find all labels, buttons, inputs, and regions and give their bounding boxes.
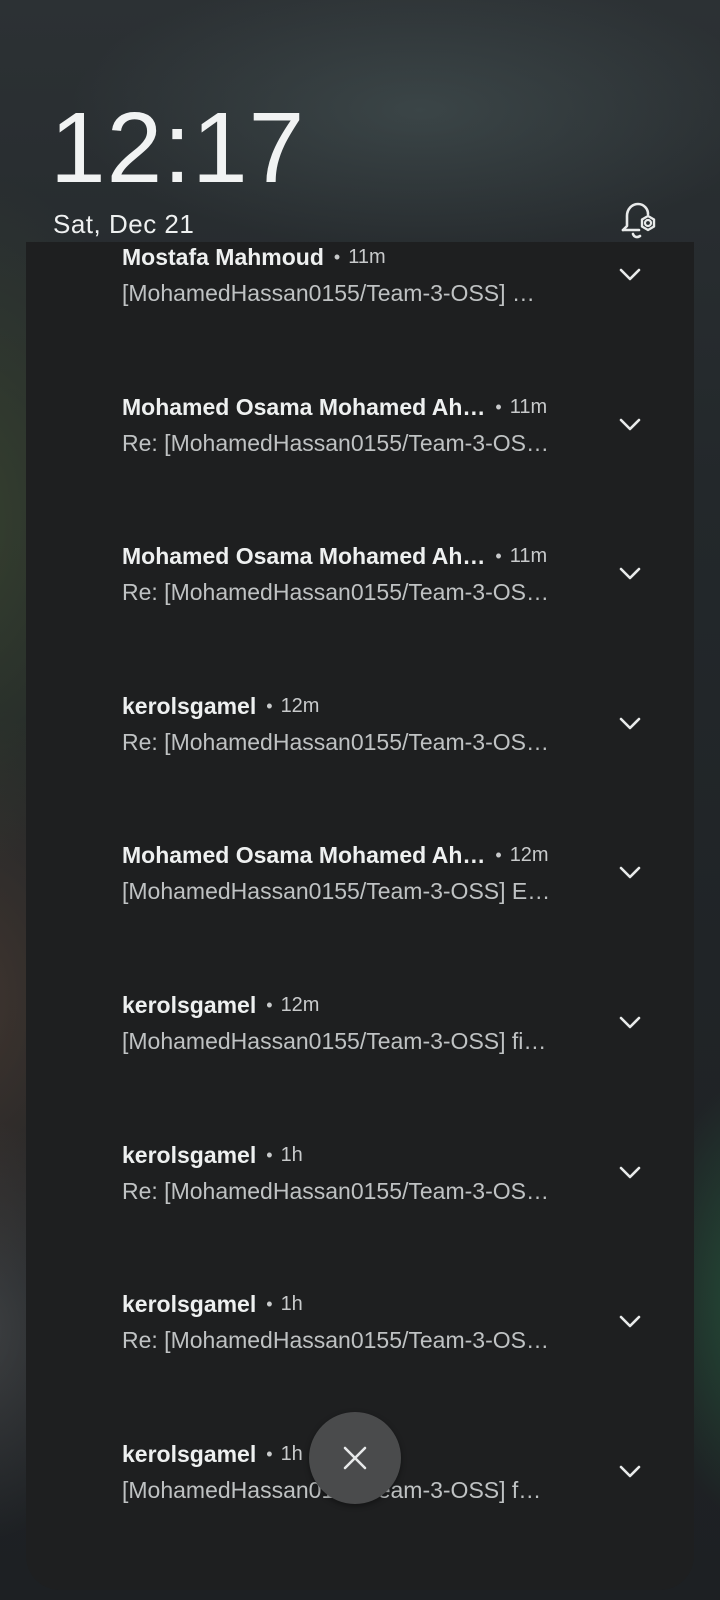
notification-header: kerolsgamel • 12m — [122, 990, 319, 1020]
chevron-down-icon — [619, 1016, 641, 1029]
notification-preview: Re: [MohamedHassan0155/Team-3-OS… — [122, 1327, 549, 1353]
chevron-down-icon — [619, 1315, 641, 1328]
notification-time: 1h — [280, 1143, 303, 1166]
notification-sender: kerolsgamel — [122, 1440, 257, 1467]
notification-header: kerolsgamel • 12m — [122, 691, 319, 721]
notification-preview: Re: [MohamedHassan0155/Team-3-OS… — [122, 729, 549, 755]
notification-preview: [MohamedHassan0155/Team-3-OSS] fi… — [122, 1028, 547, 1054]
expand-notification-button[interactable] — [608, 1299, 652, 1343]
notification-header: Mostafa Mahmoud • 11m — [122, 242, 386, 272]
chevron-down-icon — [619, 268, 641, 281]
expand-notification-button[interactable] — [608, 252, 652, 296]
notification-sender: Mohamed Osama Mohamed Ah… — [122, 841, 486, 868]
chevron-down-icon — [619, 1166, 641, 1179]
notification-sender: kerolsgamel — [122, 991, 257, 1018]
separator-dot: • — [266, 994, 273, 1015]
notification-panel: Mostafa Mahmoud • 11m [MohamedHassan0155… — [26, 242, 694, 1590]
separator-dot: • — [495, 545, 502, 566]
notification-header: Mohamed Osama Mohamed Ah… • 12m — [122, 840, 549, 870]
expand-notification-button[interactable] — [608, 1449, 652, 1493]
notification-time: 12m — [509, 843, 549, 866]
separator-dot: • — [495, 396, 502, 417]
notification-time: 12m — [280, 993, 320, 1016]
chevron-down-icon — [619, 418, 641, 431]
lockscreen-date: Sat, Dec 21 — [53, 209, 195, 239]
lockscreen-clock: 12:17 — [50, 92, 306, 204]
notification-time: 11m — [509, 544, 548, 567]
notification-time: 1h — [280, 1292, 303, 1315]
notification-item[interactable]: kerolsgamel • 12m [MohamedHassan0155/Tea… — [26, 990, 694, 1140]
notification-preview: [MohamedHassan0155/Team-3-OSS] E… — [122, 878, 551, 904]
notification-item[interactable]: Mohamed Osama Mohamed Ah… • 11m Re: [Moh… — [26, 541, 694, 691]
notification-sender: Mostafa Mahmoud — [122, 243, 324, 270]
separator-dot: • — [266, 1293, 273, 1314]
expand-notification-button[interactable] — [608, 551, 652, 595]
bell-gear-icon — [621, 202, 656, 239]
notification-preview: Re: [MohamedHassan0155/Team-3-OS… — [122, 430, 549, 456]
notification-sender: Mohamed Osama Mohamed Ah… — [122, 542, 486, 569]
expand-notification-button[interactable] — [608, 850, 652, 894]
chevron-down-icon — [619, 866, 641, 879]
chevron-down-icon — [619, 717, 641, 730]
notification-preview: Re: [MohamedHassan0155/Team-3-OS… — [122, 1178, 549, 1204]
notification-item[interactable]: kerolsgamel • 12m Re: [MohamedHassan0155… — [26, 691, 694, 841]
notification-header: kerolsgamel • 1h — [122, 1289, 303, 1319]
separator-dot: • — [495, 844, 502, 865]
notification-time: 1h — [280, 1442, 303, 1465]
notification-preview: [MohamedHassan0155/Team-3-OSS] … — [122, 280, 535, 306]
chevron-down-icon — [619, 1465, 641, 1478]
notification-time: 12m — [280, 694, 320, 717]
separator-dot: • — [333, 246, 341, 267]
notification-sender: Mohamed Osama Mohamed Ah… — [122, 393, 486, 420]
notification-item[interactable]: Mohamed Osama Mohamed Ah… • 11m Re: [Moh… — [26, 392, 694, 542]
notification-header: kerolsgamel • 1h — [122, 1140, 303, 1170]
notification-item[interactable]: Mohamed Osama Mohamed Ah… • 12m [Mohamed… — [26, 840, 694, 990]
expand-notification-button[interactable] — [608, 1150, 652, 1194]
notification-header: Mohamed Osama Mohamed Ah… • 11m — [122, 541, 547, 571]
clear-all-button[interactable] — [309, 1412, 401, 1504]
expand-notification-button[interactable] — [608, 1000, 652, 1044]
notification-settings-button[interactable] — [617, 200, 663, 242]
chevron-down-icon — [619, 567, 641, 580]
notification-header: Mohamed Osama Mohamed Ah… • 11m — [122, 392, 547, 422]
notification-item[interactable]: Mostafa Mahmoud • 11m [MohamedHassan0155… — [26, 242, 694, 392]
expand-notification-button[interactable] — [608, 701, 652, 745]
notification-sender: kerolsgamel — [122, 1141, 257, 1168]
notification-preview: Re: [MohamedHassan0155/Team-3-OS… — [122, 579, 549, 605]
notification-sender: kerolsgamel — [122, 692, 257, 719]
notification-time: 11m — [509, 395, 548, 418]
notification-time: 11m — [348, 245, 386, 268]
notification-item[interactable]: kerolsgamel • 1h Re: [MohamedHassan0155/… — [26, 1140, 694, 1290]
close-icon — [343, 1446, 367, 1470]
separator-dot: • — [266, 1443, 273, 1464]
expand-notification-button[interactable] — [608, 402, 652, 446]
separator-dot: • — [266, 1144, 273, 1165]
notification-header: kerolsgamel • 1h — [122, 1439, 303, 1469]
separator-dot: • — [266, 695, 273, 716]
notification-sender: kerolsgamel — [122, 1290, 257, 1317]
